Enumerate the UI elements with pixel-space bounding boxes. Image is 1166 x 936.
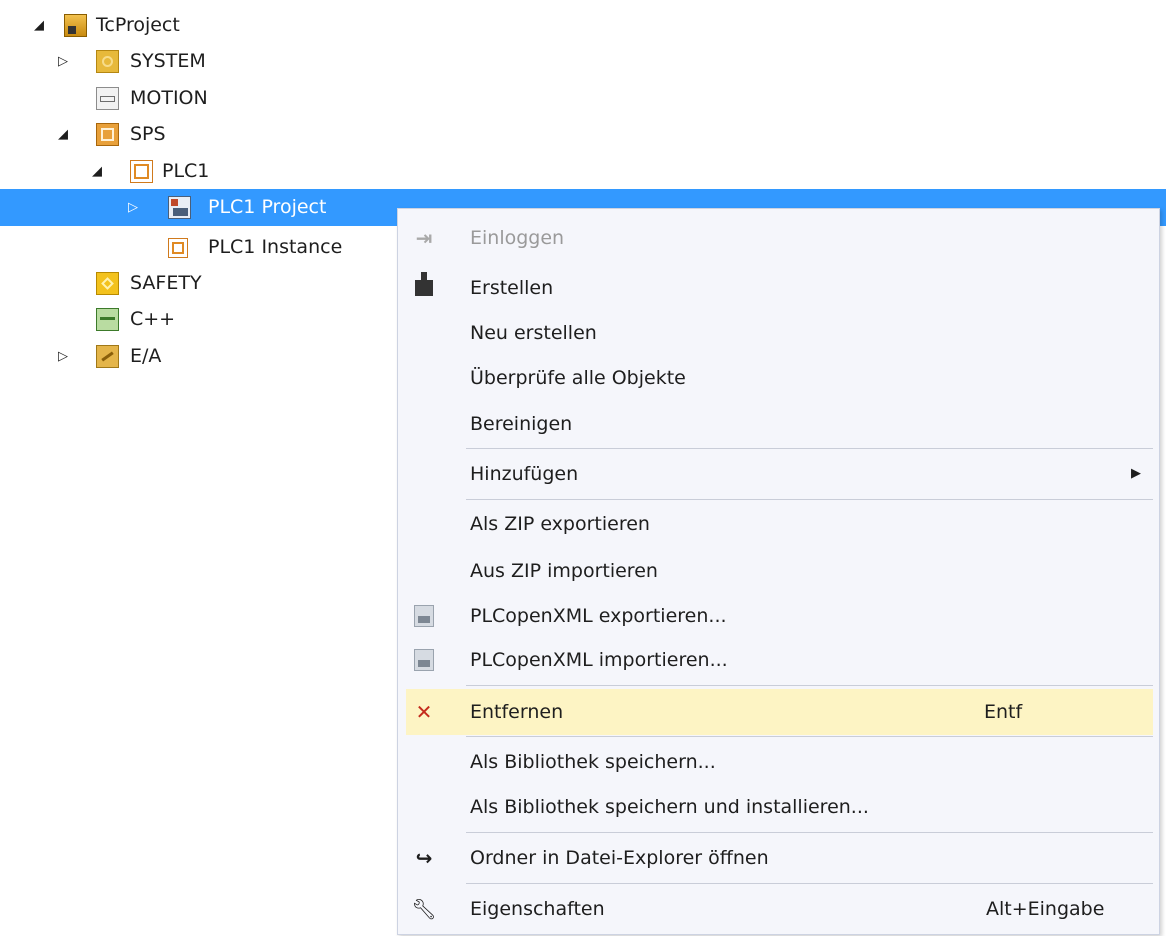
tree-item-plc1[interactable]: ◢ PLC1 xyxy=(0,153,1166,190)
context-menu: ⇥ Einloggen Erstellen Neu erstellen Über… xyxy=(397,208,1160,935)
tree-item-label: E/A xyxy=(130,345,162,367)
menu-separator xyxy=(466,832,1153,833)
tree-item-label: PLC1 Project xyxy=(208,196,327,218)
menu-item-save-install-library[interactable]: Als Bibliothek speichern und installiere… xyxy=(406,784,1153,830)
tree-item-label: TcProject xyxy=(96,14,180,36)
tree-item-label: SAFETY xyxy=(130,272,202,294)
menu-item-label: Entfernen xyxy=(470,701,564,723)
expanded-arrow-icon[interactable]: ◢ xyxy=(88,153,106,190)
submenu-arrow-icon: ▶ xyxy=(1131,466,1141,481)
menu-separator xyxy=(466,883,1153,884)
menu-item-save-library[interactable]: Als Bibliothek speichern... xyxy=(406,739,1153,785)
menu-item-build[interactable]: Erstellen xyxy=(406,265,1153,311)
menu-item-label: Als Bibliothek speichern... xyxy=(470,751,716,773)
collapsed-arrow-icon[interactable]: ▷ xyxy=(124,189,142,226)
collapsed-arrow-icon[interactable]: ▷ xyxy=(54,338,72,375)
menu-item-label: Ordner in Datei-Explorer öffnen xyxy=(470,847,769,869)
delete-x-icon: ✕ xyxy=(415,700,433,724)
project-icon xyxy=(64,14,87,37)
menu-item-login[interactable]: ⇥ Einloggen xyxy=(406,215,1153,261)
menu-item-label: Erstellen xyxy=(470,277,554,299)
menu-separator xyxy=(466,685,1153,686)
menu-item-properties[interactable]: 🔧︎ Eigenschaften Alt+Eingabe xyxy=(406,886,1153,932)
tree-item-label: PLC1 xyxy=(162,160,210,182)
collapsed-arrow-icon[interactable]: ▷ xyxy=(54,43,72,80)
plc-instance-icon xyxy=(168,238,188,258)
tree-item-sps[interactable]: ◢ SPS xyxy=(0,116,1166,153)
plc-icon xyxy=(96,123,119,146)
system-icon xyxy=(96,50,119,73)
tree-item-motion[interactable]: MOTION xyxy=(0,80,1166,117)
menu-item-open-folder[interactable]: ↪ Ordner in Datei-Explorer öffnen xyxy=(406,835,1153,881)
tree-item-tcproject[interactable]: ◢ TcProject xyxy=(0,7,1166,44)
menu-item-label: Als Bibliothek speichern und installiere… xyxy=(470,796,869,818)
tree-item-label: SYSTEM xyxy=(130,50,206,72)
login-icon: ⇥ xyxy=(415,226,433,250)
menu-item-add[interactable]: Hinzufügen ▶ xyxy=(406,451,1153,497)
tree-item-label: SPS xyxy=(130,123,166,145)
menu-item-label: Hinzufügen xyxy=(470,463,579,485)
menu-item-label: PLCopenXML importieren... xyxy=(470,649,728,671)
menu-item-check-all[interactable]: Überprüfe alle Objekte xyxy=(406,355,1153,401)
menu-separator xyxy=(466,448,1153,449)
expanded-arrow-icon[interactable]: ◢ xyxy=(54,116,72,153)
menu-item-rebuild[interactable]: Neu erstellen xyxy=(406,310,1153,356)
menu-item-label: Aus ZIP importieren xyxy=(470,560,658,582)
menu-item-label: Einloggen xyxy=(470,227,565,249)
build-icon xyxy=(412,272,436,300)
menu-item-clean[interactable]: Bereinigen xyxy=(406,401,1153,447)
plc-icon xyxy=(130,160,153,183)
plc-project-icon xyxy=(168,196,191,219)
menu-item-label: PLCopenXML exportieren... xyxy=(470,605,727,627)
menu-item-label: Überprüfe alle Objekte xyxy=(470,367,686,389)
wrench-icon: 🔧︎ xyxy=(411,897,437,921)
menu-item-label: Als ZIP exportieren xyxy=(470,513,650,535)
shortcut-label: Alt+Eingabe xyxy=(986,898,1105,920)
menu-separator xyxy=(466,736,1153,737)
menu-item-label: Bereinigen xyxy=(470,413,573,435)
tree-item-system[interactable]: ▷ SYSTEM xyxy=(0,43,1166,80)
expanded-arrow-icon[interactable]: ◢ xyxy=(30,7,48,44)
motion-icon xyxy=(96,87,119,110)
xml-icon xyxy=(412,604,436,628)
safety-icon xyxy=(96,272,119,295)
menu-item-import-zip[interactable]: Aus ZIP importieren xyxy=(406,548,1153,594)
menu-item-label: Neu erstellen xyxy=(470,322,597,344)
menu-item-export-zip[interactable]: Als ZIP exportieren xyxy=(406,501,1153,547)
tree-item-label: C++ xyxy=(130,308,176,330)
menu-separator xyxy=(466,499,1153,500)
io-icon xyxy=(96,345,119,368)
menu-item-export-plcopenxml[interactable]: PLCopenXML exportieren... xyxy=(406,593,1153,639)
xml-icon xyxy=(412,648,436,672)
redo-arrow-icon: ↪ xyxy=(415,846,433,870)
menu-item-remove[interactable]: ✕ Entfernen Entf xyxy=(406,689,1153,735)
tree-item-label: MOTION xyxy=(130,87,208,109)
menu-item-import-plcopenxml[interactable]: PLCopenXML importieren... xyxy=(406,637,1153,683)
cpp-icon xyxy=(96,308,119,331)
menu-item-label: Eigenschaften xyxy=(470,898,605,920)
shortcut-label: Entf xyxy=(984,701,1023,723)
tree-item-label: PLC1 Instance xyxy=(208,236,343,258)
